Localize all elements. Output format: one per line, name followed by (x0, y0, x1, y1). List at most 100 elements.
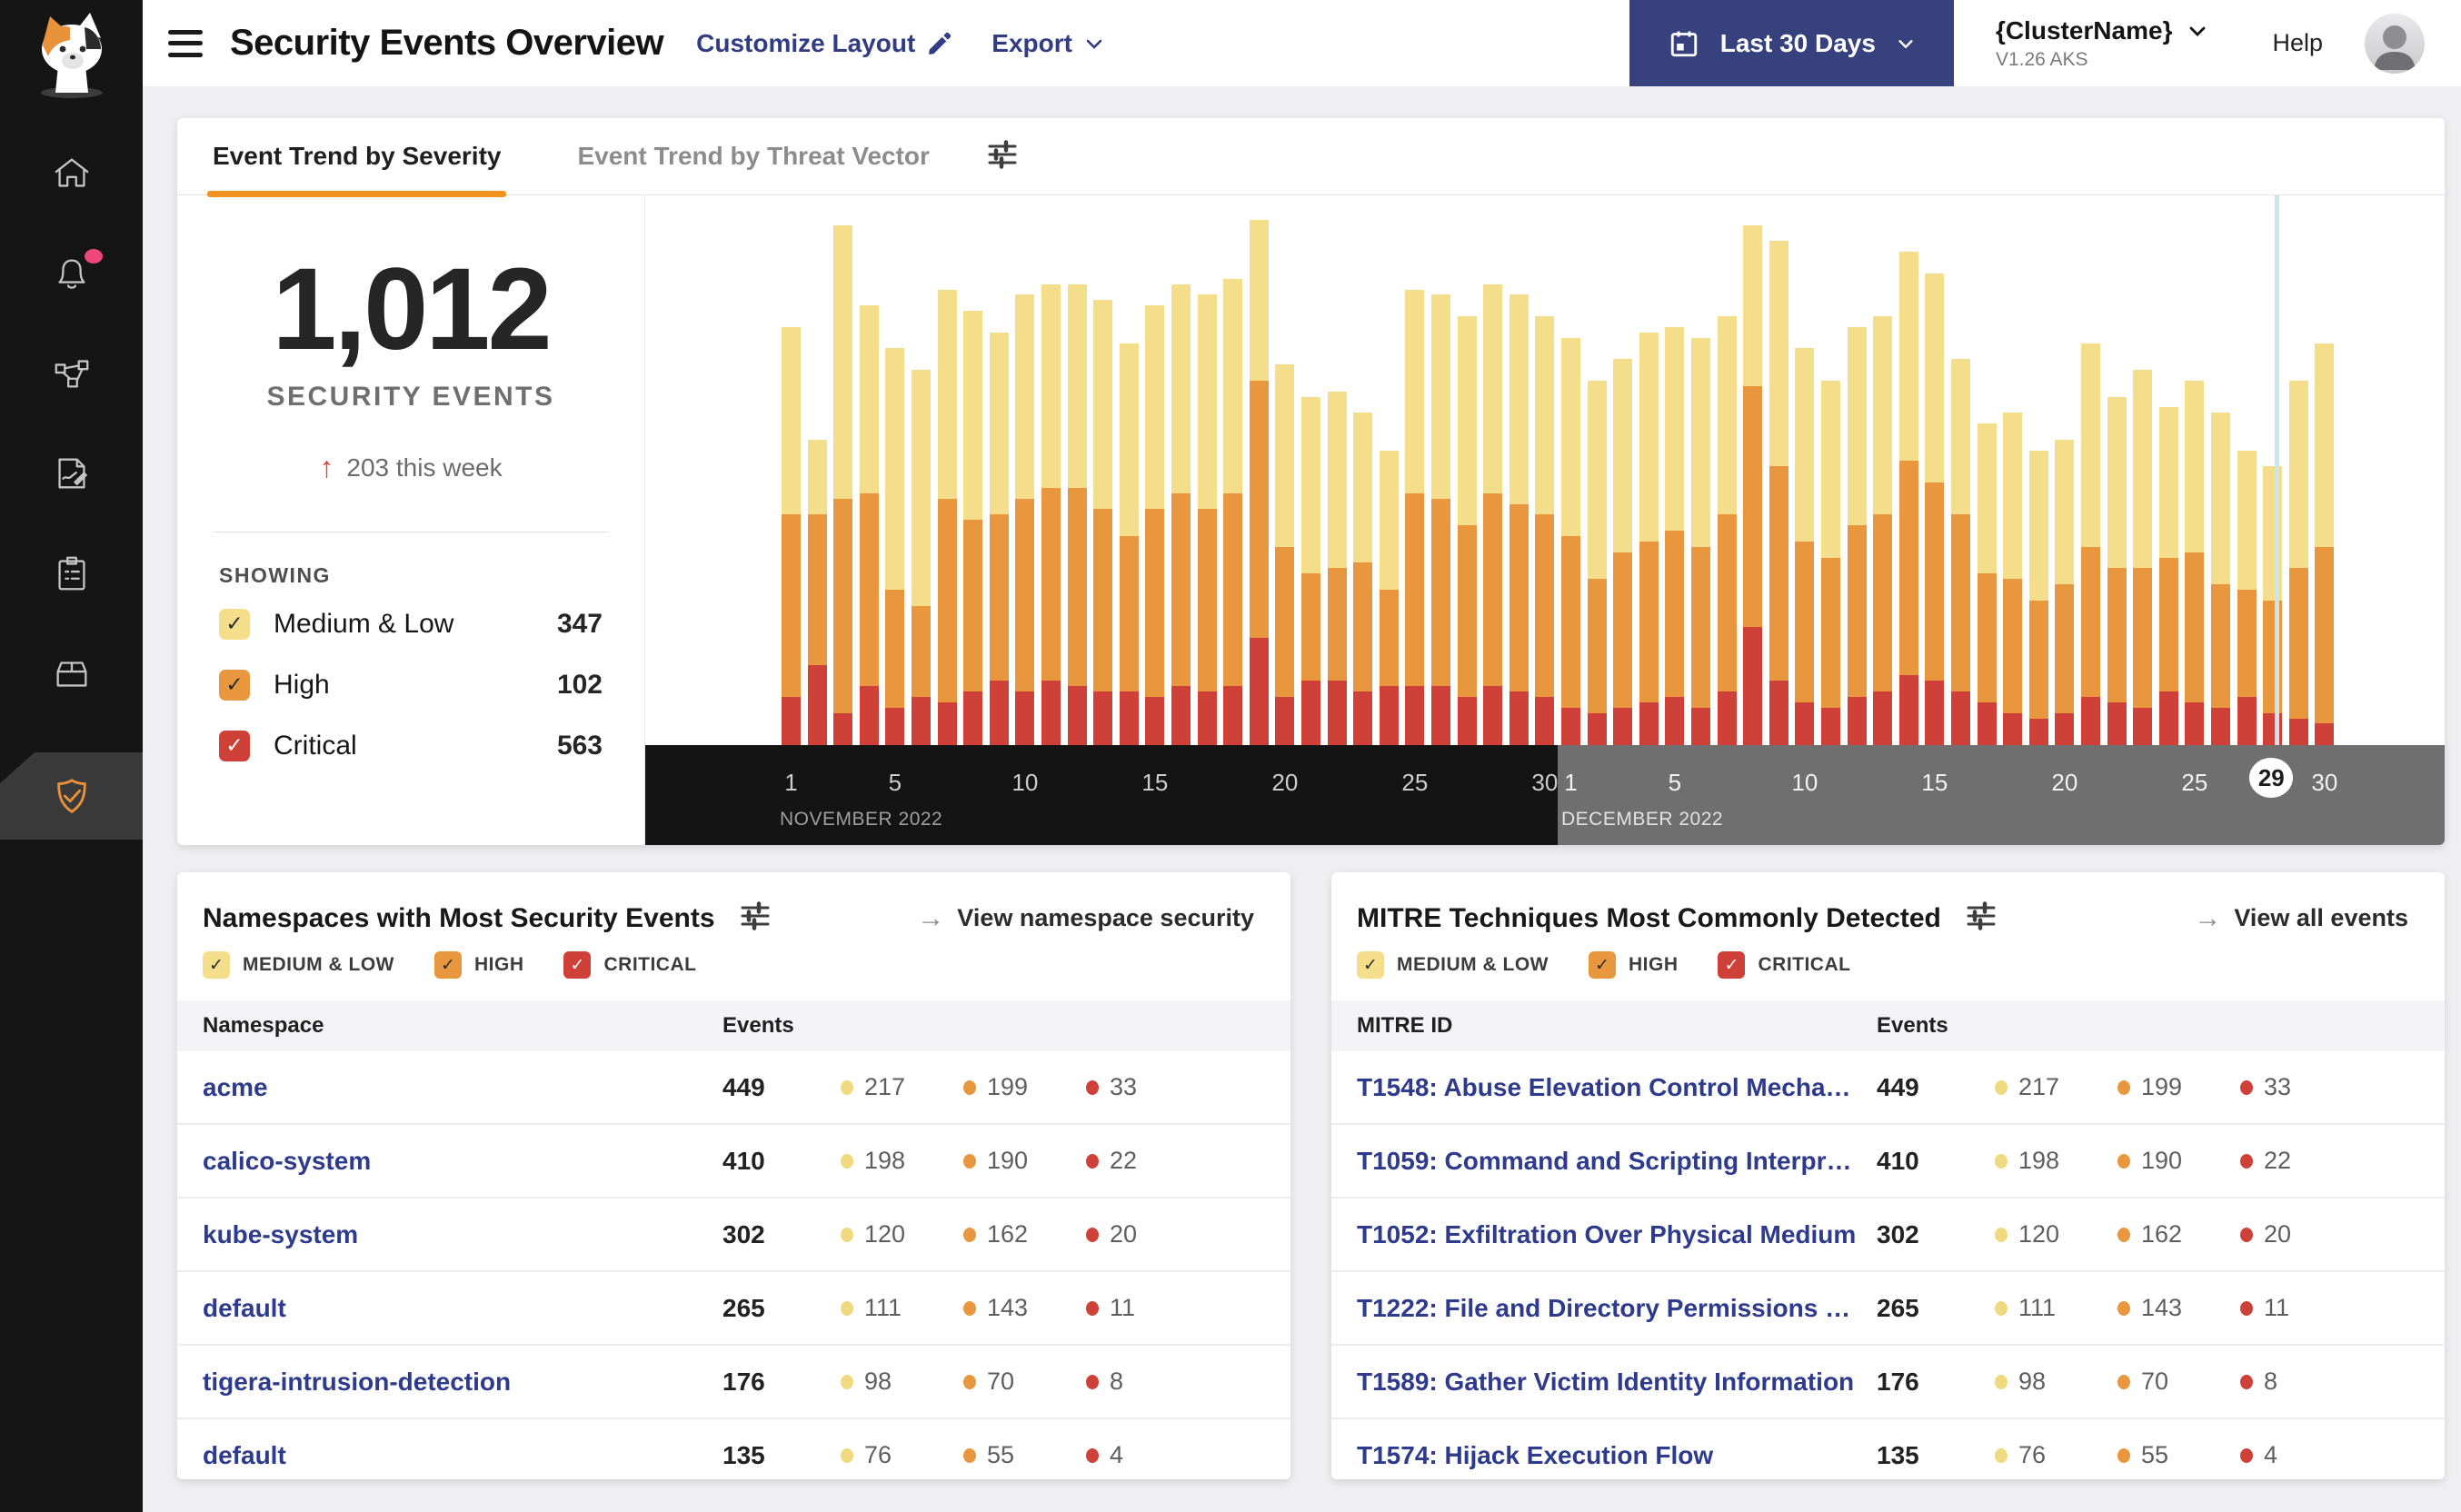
medium-severity-dot (1995, 1079, 2008, 1095)
high-severity-dot (963, 1079, 976, 1095)
medium-severity-dot (841, 1079, 853, 1095)
filter-checkbox[interactable]: ✓ (203, 951, 230, 979)
axis-tick: 30 (2311, 769, 2338, 796)
namespaces-filter-icon[interactable] (739, 900, 772, 937)
medium-low-segment (1483, 284, 1503, 493)
row-link[interactable]: default (177, 1294, 722, 1323)
row-link[interactable]: acme (177, 1073, 722, 1102)
critical-segment (2158, 691, 2178, 745)
row-link[interactable]: kube-system (177, 1220, 722, 1249)
critical-segment (1639, 701, 1659, 745)
filter-label: MEDIUM & LOW (243, 954, 394, 975)
medium-low-segment (1093, 300, 1113, 510)
severity-filter-chip[interactable]: ✓ HIGH (1588, 951, 1679, 979)
medium-low-segment (2211, 413, 2230, 585)
filter-checkbox[interactable]: ✓ (563, 951, 592, 979)
high-segment (1015, 498, 1035, 691)
filter-checkbox[interactable]: ✓ (1357, 951, 1384, 979)
high-count: 55 (963, 1441, 1086, 1469)
sidebar-item-home[interactable] (0, 153, 143, 194)
high-segment (1483, 492, 1503, 687)
stacked-bar (885, 348, 905, 745)
critical-count: 33 (2240, 1073, 2445, 1101)
stacked-bar (2107, 396, 2127, 745)
high-segment (1821, 557, 1840, 708)
view-all-events-link[interactable]: → View all events (2194, 903, 2408, 934)
view-namespace-security-link[interactable]: → View namespace security (917, 903, 1254, 934)
critical-severity-dot (2240, 1447, 2253, 1463)
high-segment (1145, 509, 1165, 697)
high-segment (2003, 579, 2023, 713)
medium-low-segment (1171, 284, 1191, 493)
sidebar-item-workloads[interactable] (0, 652, 143, 694)
stacked-bar (1275, 364, 1295, 745)
severity-filter-chip[interactable]: ✓ CRITICAL (563, 951, 696, 979)
namespaces-panel: Namespaces with Most Security Events → V… (177, 872, 1290, 1479)
trend-filter-icon[interactable] (986, 138, 1019, 175)
export-button[interactable]: Export (991, 29, 1105, 58)
critical-count: 20 (1086, 1220, 1290, 1248)
menu-icon[interactable] (168, 29, 203, 57)
row-link[interactable]: T1589: Gather Victim Identity Informatio… (1331, 1368, 1877, 1397)
row-link[interactable]: T1574: Hijack Execution Flow (1331, 1441, 1877, 1470)
critical-segment (1275, 696, 1295, 745)
medium-severity-dot (1995, 1300, 2008, 1316)
stacked-bar (1898, 252, 1918, 745)
medium-low-segment (1275, 364, 1295, 547)
severity-trend-chart[interactable]: 1 5 10 15 20 25 30 NOVEMBER 2022 1 5 10 15 20 25 29 30 D… (645, 195, 2445, 845)
tab-event-trend-by-threat-vector[interactable]: Event Trend by Threat Vector (572, 118, 934, 195)
filter-checkbox[interactable]: ✓ (433, 951, 462, 979)
severity-summary: 1,012 SECURITY EVENTS ↑ 203 this week SH… (177, 195, 645, 845)
date-range-button[interactable]: Last 30 Days (1629, 0, 1954, 86)
sidebar-item-service-graph[interactable] (0, 353, 143, 394)
stacked-bar (2288, 380, 2308, 745)
row-link[interactable]: default (177, 1441, 722, 1470)
stacked-bar (1327, 391, 1347, 745)
critical-segment (782, 696, 801, 745)
row-link[interactable]: T1052: Exfiltration Over Physical Medium (1331, 1220, 1877, 1249)
critical-severity-dot (2240, 1079, 2253, 1095)
axis-tick: 5 (1668, 769, 1682, 796)
row-link[interactable]: T1059: Command and Scripting Interpreter (1331, 1147, 1877, 1176)
medium-low-segment (2288, 380, 2308, 569)
mitre-table-header: MITRE ID Events (1331, 1000, 2445, 1051)
mitre-filter-icon[interactable] (1965, 900, 1998, 937)
tab-event-trend-by-severity[interactable]: Event Trend by Severity (207, 118, 507, 197)
severity-filter-chip[interactable]: ✓ HIGH (433, 951, 524, 979)
filter-checkbox[interactable]: ✓ (1588, 951, 1616, 979)
chevron-down-icon (2190, 26, 2206, 36)
medium-low-segment (1847, 326, 1867, 526)
help-link[interactable]: Help (2272, 29, 2323, 57)
severity-filter-chip[interactable]: ✓ MEDIUM & LOW (203, 951, 394, 979)
severity-filter-chip[interactable]: ✓ CRITICAL (1718, 951, 1850, 979)
high-checkbox[interactable]: ✓ (219, 669, 250, 701)
critical-severity-dot (1086, 1300, 1099, 1316)
sidebar-item-compliance[interactable] (0, 552, 143, 594)
severity-filter-chip[interactable]: ✓ MEDIUM & LOW (1357, 951, 1549, 979)
critical-checkbox[interactable]: ✓ (219, 730, 250, 761)
sidebar-item-security-events[interactable] (0, 752, 143, 840)
stacked-bar (1743, 224, 1763, 745)
medium-count: 76 (841, 1441, 963, 1469)
stacked-bar (1457, 316, 1477, 745)
filter-checkbox[interactable]: ✓ (1718, 951, 1746, 979)
critical-severity-dot (2240, 1374, 2253, 1389)
filter-label: HIGH (1628, 954, 1679, 975)
user-avatar[interactable] (2365, 13, 2425, 74)
row-link[interactable]: T1222: File and Directory Permissions Mo… (1331, 1294, 1877, 1323)
sidebar-item-policies[interactable] (0, 453, 143, 494)
row-link[interactable]: tigera-intrusion-detection (177, 1368, 722, 1397)
sidebar-item-alerts[interactable] (0, 249, 143, 294)
axis-tick: 10 (1011, 769, 1039, 796)
stacked-bar (2237, 450, 2257, 745)
cluster-selector[interactable]: {ClusterName} V1.26 AKS (1996, 16, 2209, 71)
high-segment (1171, 492, 1191, 687)
customize-layout-link[interactable]: Customize Layout (696, 29, 953, 58)
critical-count: 8 (1086, 1368, 1290, 1396)
calico-cat-logo[interactable] (28, 9, 115, 100)
chevron-down-icon (1086, 39, 1102, 49)
row-link[interactable]: T1548: Abuse Elevation Control Mechanism (1331, 1073, 1877, 1102)
critical-segment (1509, 691, 1529, 745)
medium-low-checkbox[interactable]: ✓ (219, 608, 250, 640)
row-link[interactable]: calico-system (177, 1147, 722, 1176)
